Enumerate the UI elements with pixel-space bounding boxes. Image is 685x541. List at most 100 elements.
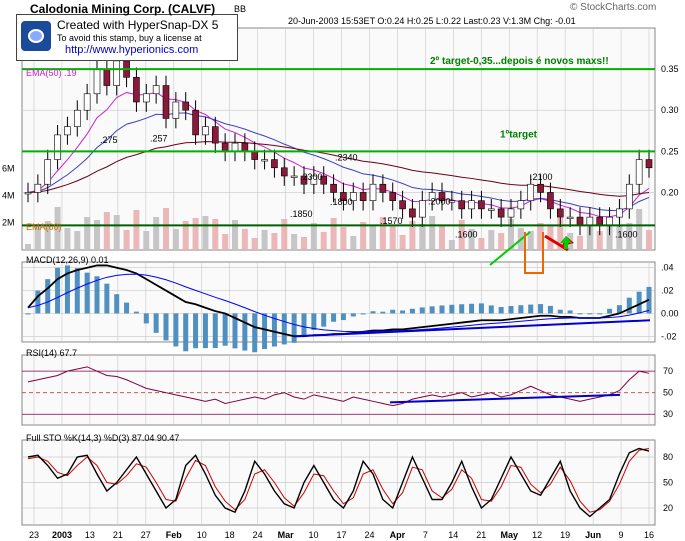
candle-body	[83, 93, 91, 111]
macd-histogram-bar	[557, 309, 563, 314]
macd-histogram-bar	[360, 313, 366, 315]
macd-y-tick-label: 0.00	[661, 308, 679, 318]
macd-histogram-bar	[252, 313, 258, 353]
volume-bar	[281, 219, 288, 250]
volume-bar	[439, 225, 445, 250]
candle-body	[280, 167, 288, 177]
macd-histogram-bar	[429, 306, 435, 314]
volume-bar	[320, 232, 327, 250]
x-tick-label: 7	[423, 530, 428, 540]
macd-histogram-bar	[321, 313, 327, 327]
candle-body	[142, 93, 150, 103]
volume-bar	[212, 219, 219, 250]
candle-body	[202, 126, 209, 136]
candle-body	[379, 183, 387, 193]
volume-y-tick-label: 4M	[2, 190, 15, 200]
candle-body	[616, 208, 623, 218]
macd-histogram-bar	[370, 311, 376, 314]
price-annotation: .1850	[290, 209, 313, 219]
macd-y-tick-label: .04	[661, 263, 674, 273]
volume-bar	[251, 238, 258, 250]
macd-histogram-bar	[331, 313, 337, 322]
volume-bar	[64, 228, 71, 250]
x-tick-label: 10	[309, 530, 319, 540]
camera-icon	[21, 21, 51, 51]
macd-histogram-bar	[607, 308, 613, 314]
candle-body	[211, 126, 219, 144]
macd-histogram-bar	[518, 305, 524, 314]
rsi-y-tick-label: 70	[663, 366, 673, 376]
macd-histogram-bar	[350, 313, 356, 317]
macd-histogram-bar	[25, 313, 31, 315]
stamp-line-1: Created with HyperSnap-DX 5	[57, 18, 219, 32]
macd-histogram-bar	[419, 307, 425, 314]
volume-bar	[399, 235, 406, 250]
macd-histogram-bar	[193, 313, 199, 349]
macd-histogram-bar	[104, 283, 110, 314]
macd-histogram-bar	[301, 313, 307, 337]
volume-bar	[84, 217, 91, 250]
rsi-title: RSI(14) 67.7	[26, 348, 77, 358]
macd-histogram-bar	[114, 294, 120, 314]
candle-body	[635, 159, 643, 185]
candle-body	[517, 200, 525, 210]
macd-histogram-bar	[400, 310, 406, 314]
macd-histogram-bar	[469, 303, 475, 314]
candle-body	[497, 208, 505, 218]
candle-body	[468, 200, 475, 210]
candle-body	[103, 68, 111, 86]
macd-histogram-bar	[262, 313, 268, 350]
price-annotation: .2100	[530, 172, 553, 182]
price-y-tick-label: 0.35	[661, 64, 679, 74]
x-tick-label: 12	[532, 530, 542, 540]
candle-body	[24, 192, 32, 195]
macd-title: MACD(12,26,9) 0.01	[26, 255, 109, 265]
macd-histogram-bar	[242, 313, 248, 351]
candle-body	[369, 183, 377, 201]
target-1-label: 1ºtarget	[500, 129, 538, 140]
volume-bar	[429, 216, 436, 250]
candle-body	[586, 216, 594, 226]
candle-body	[527, 183, 535, 201]
x-tick-label: Mar	[278, 530, 295, 540]
macd-histogram-bar	[55, 267, 61, 314]
macd-histogram-bar	[577, 313, 583, 315]
x-tick-label: 2003	[52, 530, 72, 540]
price-annotation: .1600	[455, 229, 478, 239]
candle-body	[547, 192, 554, 210]
stock-chart: 23 2003 13 21 27 Feb 10 18 24 Mar 10 17 24 Apr 7 14 21 Ma…	[2, 27, 679, 540]
volume-bar	[25, 244, 31, 250]
price-annotation: .275	[100, 135, 118, 145]
sto-y-tick-label: 50	[663, 478, 673, 488]
candle-body	[241, 142, 249, 152]
volume-bar	[123, 230, 130, 250]
candle-body	[566, 216, 574, 219]
volume-bar	[202, 216, 209, 250]
volume-bar	[389, 226, 396, 250]
macd-histogram-bar	[459, 304, 465, 314]
macd-histogram-bar	[380, 311, 386, 314]
volume-bar	[291, 234, 298, 250]
candle-body	[192, 109, 199, 136]
x-tick-label: 19	[560, 530, 570, 540]
candle-body	[645, 159, 653, 169]
x-tick-label: 17	[336, 530, 346, 540]
candle-body	[44, 159, 52, 185]
macd-histogram-bar	[222, 313, 228, 346]
volume-bar	[646, 230, 652, 250]
candle-body	[73, 109, 81, 127]
candle-body	[389, 192, 397, 201]
candle-body	[359, 192, 367, 201]
candle-body	[231, 142, 239, 152]
macd-histogram-bar	[212, 313, 218, 349]
volume-bar	[350, 236, 357, 250]
volume-y-tick-label: 2M	[2, 217, 15, 227]
candle-body	[399, 200, 406, 210]
candle-body	[330, 183, 337, 193]
candle-body	[409, 208, 416, 218]
x-tick-label: 27	[141, 530, 151, 540]
macd-histogram-bar	[439, 305, 445, 314]
ema-50-legend: EMA(50) .19	[26, 68, 77, 78]
price-annotation: .1570	[380, 216, 403, 226]
macd-histogram-bar	[281, 313, 287, 345]
